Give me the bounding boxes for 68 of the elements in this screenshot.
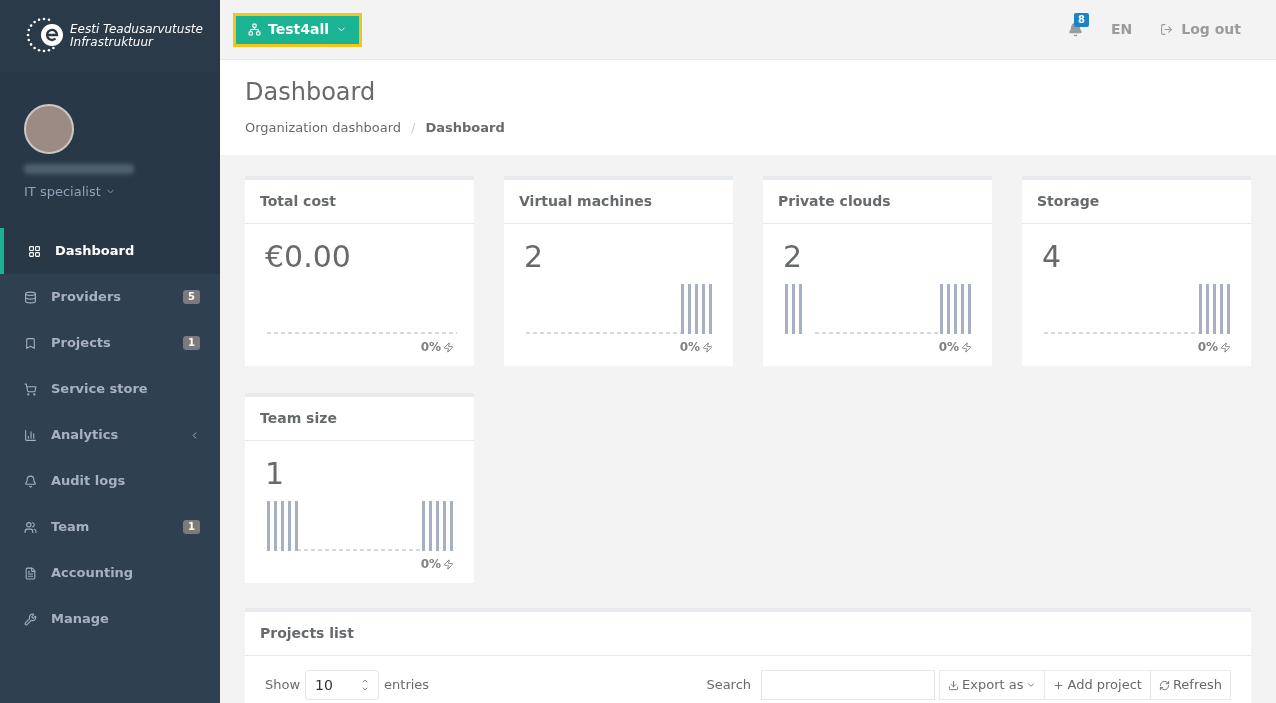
brand-name: Eesti Teadusarvutuste <box>70 23 203 36</box>
wrench-icon <box>24 612 37 626</box>
sidebar-item[interactable]: Service store <box>0 366 220 412</box>
page-title: Dashboard <box>245 80 377 104</box>
search-label: Search <box>706 676 752 695</box>
sidebar-item[interactable]: Manage <box>0 596 220 642</box>
breadcrumb-link[interactable]: Organization dashboard <box>245 118 401 138</box>
stat-value: €0.00 <box>265 242 352 272</box>
spinner-icon <box>361 677 370 693</box>
language-link[interactable]: EN <box>1111 19 1133 40</box>
sidebar-item[interactable]: Providers 5 <box>0 274 220 320</box>
sidebar-item[interactable]: Accounting <box>0 550 220 596</box>
toolbar-button[interactable]: Refresh <box>1149 670 1231 700</box>
card-title: Virtual machines <box>519 192 652 211</box>
card-title: Total cost <box>260 192 337 211</box>
logout-icon <box>1160 23 1174 36</box>
organization-button[interactable]: Test4all <box>236 15 359 44</box>
sitemap-icon <box>248 23 261 36</box>
bolt-icon <box>443 558 454 570</box>
panel-title: Projects list <box>260 624 354 643</box>
database-icon <box>24 290 37 304</box>
stat-value: 1 <box>265 459 286 489</box>
bookmark-icon <box>24 336 37 350</box>
logout-link[interactable]: Log out <box>1160 19 1241 40</box>
card-title: Storage <box>1037 192 1100 211</box>
download-icon <box>948 679 960 691</box>
stat-value: 2 <box>783 242 804 272</box>
document-icon <box>24 566 37 580</box>
show-label: Show <box>265 676 301 695</box>
bell-icon <box>24 474 37 488</box>
sidebar-item[interactable]: Projects 1 <box>0 320 220 366</box>
stat-value: 4 <box>1042 242 1063 272</box>
count-badge: 1 <box>183 520 200 534</box>
change-percent: 0% <box>938 339 959 356</box>
bolt-icon <box>702 341 713 353</box>
bolt-icon <box>961 341 972 353</box>
sidebar-item[interactable]: Audit logs <box>0 458 220 504</box>
role-dropdown[interactable]: IT specialist <box>24 182 116 202</box>
change-percent: 0% <box>420 339 441 356</box>
stat-value: 2 <box>524 242 545 272</box>
avatar <box>24 104 74 154</box>
cart-icon <box>24 382 37 396</box>
grid-icon <box>28 244 41 258</box>
bolt-icon <box>443 341 454 353</box>
users-icon <box>24 520 37 534</box>
sidebar-item[interactable]: Dashboard <box>0 228 220 274</box>
bar-chart-icon <box>24 428 37 442</box>
sidebar-item[interactable]: Analytics <box>0 412 220 458</box>
entries-label: entries <box>384 676 430 695</box>
sidebar-item[interactable]: Team 1 <box>0 504 220 550</box>
change-percent: 0% <box>679 339 700 356</box>
change-percent: 0% <box>420 556 441 573</box>
count-badge: 5 <box>183 290 200 304</box>
card-title: Private clouds <box>778 192 891 211</box>
toolbar-button[interactable]: Export as <box>939 670 1046 700</box>
brand-name: Infrastruktuur <box>70 36 155 49</box>
breadcrumb-separator: / <box>411 119 416 137</box>
notification-badge: 8 <box>1074 13 1089 27</box>
page-size-select[interactable]: 10 <box>305 670 380 700</box>
bolt-icon <box>1220 341 1231 353</box>
change-percent: 0% <box>1197 339 1218 356</box>
search-field[interactable] <box>761 670 936 700</box>
toolbar-button[interactable]: Add project <box>1044 670 1151 700</box>
breadcrumb-link[interactable]: Dashboard <box>425 118 505 138</box>
plus-icon <box>1053 679 1065 691</box>
refresh-icon <box>1158 679 1170 691</box>
card-title: Team size <box>260 409 337 428</box>
count-badge: 1 <box>183 336 200 350</box>
